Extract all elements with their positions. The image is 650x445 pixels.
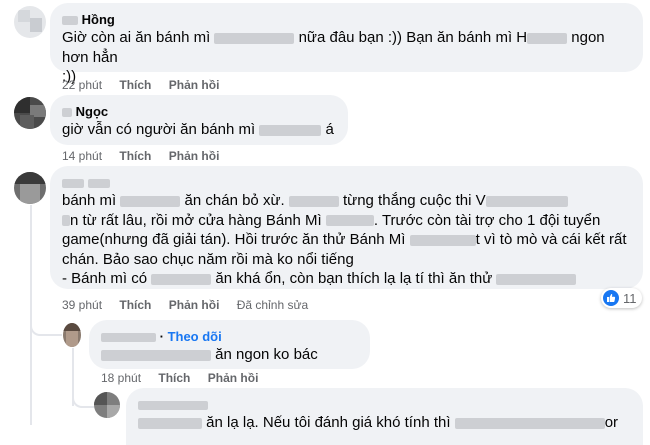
comment-author[interactable]: · Theo dõi xyxy=(101,328,358,345)
thread-line xyxy=(30,205,32,425)
reaction-count[interactable]: 11 xyxy=(601,288,642,308)
comment-bubble: Ngọc giờ vẫn có người ăn bánh mì á xyxy=(50,95,348,145)
comment-author[interactable] xyxy=(62,174,631,191)
like-button[interactable]: Thích xyxy=(158,371,190,385)
reply-connector xyxy=(72,392,94,408)
reply-button[interactable]: Phản hồi xyxy=(169,298,220,312)
comment-bubble: Hồng Giờ còn ai ăn bánh mì nữa đâu bạn :… xyxy=(50,3,643,85)
comment-actions: 18 phút Thích Phản hồi xyxy=(101,370,272,386)
reply-bubble: · Theo dõi ăn ngon ko bác xyxy=(89,320,370,369)
like-button[interactable]: Thích xyxy=(119,149,151,163)
like-button[interactable]: Thích xyxy=(119,298,151,312)
reply-button[interactable]: Phản hồi xyxy=(169,149,220,163)
reply-bubble: ăn lạ lạ. Nếu tôi đánh giá khó tính thì … xyxy=(126,388,643,445)
follow-button[interactable]: Theo dõi xyxy=(168,329,222,344)
comment-bubble: bánh mì ăn chán bỏ xừ. từng thắng cuộc t… xyxy=(50,166,643,289)
comment-actions: 14 phút Thích Phản hồi xyxy=(62,148,233,164)
comment-author[interactable]: Hồng xyxy=(62,11,631,28)
comment-actions: 22 phút Thích Phản hồi xyxy=(62,77,233,93)
comment-text: ăn ngon ko bác xyxy=(101,345,358,365)
comment-author[interactable] xyxy=(138,396,631,413)
comment-text: giờ vẫn có người ăn bánh mì á xyxy=(62,121,334,138)
avatar[interactable] xyxy=(94,392,120,418)
avatar[interactable] xyxy=(63,323,81,347)
reaction-total: 11 xyxy=(623,290,637,306)
comment-time[interactable]: 18 phút xyxy=(101,371,141,385)
avatar[interactable] xyxy=(14,97,46,129)
comment-text: bánh mì ăn chán bỏ xừ. từng thắng cuộc t… xyxy=(62,192,627,287)
comment-time[interactable]: 39 phút xyxy=(62,298,102,312)
thumbs-up-icon xyxy=(603,290,619,306)
like-button[interactable]: Thích xyxy=(119,78,151,92)
comment-author[interactable]: Ngọc xyxy=(62,103,336,120)
reply-button[interactable]: Phản hồi xyxy=(169,78,220,92)
comment-text: ăn lạ lạ. Nếu tôi đánh giá khó tính thì … xyxy=(138,413,631,433)
reply-connector xyxy=(30,318,62,336)
comment-time[interactable]: 22 phút xyxy=(62,78,102,92)
avatar[interactable] xyxy=(14,172,46,204)
edited-label[interactable]: Đã chỉnh sửa xyxy=(237,298,308,312)
comment-time[interactable]: 14 phút xyxy=(62,149,102,163)
avatar[interactable] xyxy=(14,6,46,38)
reply-button[interactable]: Phản hồi xyxy=(208,371,259,385)
comment-actions: 39 phút Thích Phản hồi Đã chỉnh sửa xyxy=(62,297,322,313)
